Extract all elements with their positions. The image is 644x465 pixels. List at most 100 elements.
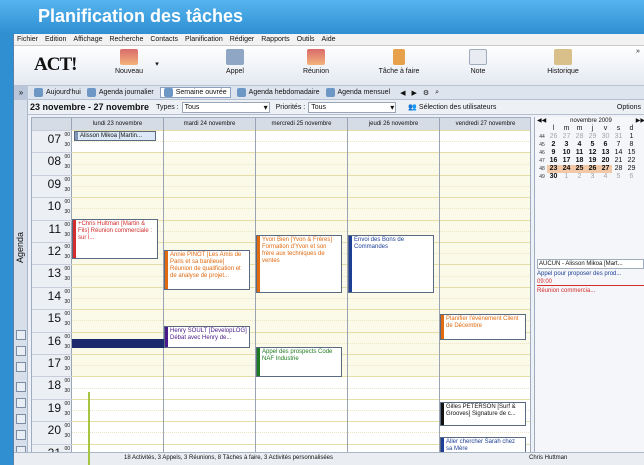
calendar-day[interactable]: 20 [599,157,612,165]
time-slot[interactable] [348,331,439,343]
time-slot[interactable] [72,163,163,175]
time-slot[interactable] [256,298,347,309]
event-chris-hultman[interactable]: +Chris Hultman [Martin & Fils] Réunion c… [72,219,158,259]
calendar-day[interactable]: 28 [612,165,625,173]
time-slot[interactable] [164,174,255,186]
calendar-day[interactable]: 2 [547,141,560,149]
side-opportunities-icon[interactable] [16,414,26,424]
time-slot[interactable] [440,264,530,275]
time-slot[interactable] [256,174,347,186]
event-yvon-bien[interactable]: Yvon Bien [Yvon & Frères] Formation d'Yv… [256,235,342,293]
time-slot[interactable] [256,309,347,320]
calendar-day[interactable]: 2 [573,173,586,181]
calendar-day[interactable]: 8 [625,141,638,149]
todo-filter[interactable]: AUCUN - Alisson Mikoa [Mart... [537,259,644,269]
calendar-day[interactable]: 31 [612,133,625,141]
time-slot[interactable] [440,130,530,142]
time-slot[interactable] [256,398,347,410]
filter-icon[interactable]: ⚙ [423,89,429,97]
calendar-day[interactable]: 10 [560,149,573,157]
time-slot[interactable] [164,410,255,422]
search-icon[interactable]: ⌕ [435,89,439,97]
time-slot[interactable] [440,230,530,242]
time-slot[interactable] [348,163,439,175]
time-slot[interactable] [440,376,530,388]
menu-recherche[interactable]: Recherche [109,36,143,43]
day-header-mercredi[interactable]: mercredi 25 novembre [256,118,348,130]
time-slot[interactable] [440,387,530,399]
menu-rapports[interactable]: Rapports [261,36,289,43]
time-slot[interactable] [164,219,255,231]
time-slot[interactable] [440,354,530,365]
time-slot[interactable] [256,163,347,175]
side-calendar-icon[interactable] [16,382,26,392]
time-slot[interactable] [72,320,163,331]
time-slot[interactable] [440,174,530,186]
calendar-day[interactable]: 22 [625,157,638,165]
time-slot[interactable] [348,387,439,399]
time-slot[interactable] [440,141,530,153]
time-slot[interactable] [72,186,163,197]
options-menu[interactable]: Options [617,104,641,111]
time-slot[interactable] [440,219,530,231]
time-slot[interactable] [164,197,255,208]
next-arrow-icon[interactable]: ▶ [411,89,416,97]
today-button[interactable]: Aujourd'hui [34,88,81,97]
calendar-day[interactable]: 26 [586,165,599,173]
time-slot[interactable] [72,432,163,444]
event-annie-pinot[interactable]: Annie PINOT [Les Amis de Paris et sa ban… [164,250,250,290]
day-header-jeudi[interactable]: jeudi 26 novembre [348,118,440,130]
historique-button[interactable]: Historique [543,49,583,75]
time-slot[interactable] [164,152,255,163]
calendar-day[interactable]: 3 [560,141,573,149]
time-slot[interactable] [348,174,439,186]
time-slot[interactable] [164,354,255,365]
time-slot[interactable] [348,398,439,410]
time-slot[interactable] [256,197,347,208]
time-slot[interactable] [348,365,439,376]
menu-outils[interactable]: Outils [297,36,315,43]
day-view-button[interactable]: Agenda journalier [86,88,154,97]
previous-arrow-icon[interactable]: ◀ [400,89,405,97]
time-slot[interactable] [348,410,439,422]
menu-affichage[interactable]: Affichage [73,36,102,43]
time-slot[interactable] [348,130,439,142]
event-appel-prospects[interactable]: Appel des prospects Code NAF Industrie [256,347,342,377]
time-slot[interactable] [440,208,530,219]
banner-event[interactable]: Alisson Mikoa [Martin... [74,131,156,141]
expand-nav-icon[interactable]: » [14,85,28,100]
side-companies-icon[interactable] [16,362,26,372]
next-month-icon[interactable]: ▶▶ [636,117,644,125]
time-slot[interactable] [256,141,347,153]
time-slot[interactable] [440,365,530,376]
calendar-day[interactable]: 27 [560,133,573,141]
time-slot[interactable] [348,208,439,219]
time-slot[interactable] [164,421,255,433]
time-slot[interactable] [72,354,163,365]
time-slot[interactable] [72,398,163,410]
time-slot[interactable] [72,152,163,163]
event-envoi-bons[interactable]: Envoi des Bons de Commandes [348,235,434,293]
day-column[interactable] [256,130,348,464]
calendar-day[interactable]: 11 [573,149,586,157]
note-button[interactable]: Note [458,49,498,75]
calendar-day[interactable]: 30 [599,133,612,141]
calendar-day[interactable]: 19 [586,157,599,165]
week-view-button[interactable]: Agenda hebdomadaire [236,88,320,97]
time-slot[interactable] [72,197,163,208]
calendar-day[interactable]: 16 [547,157,560,165]
priorities-select[interactable]: Tous [308,101,397,113]
time-slot[interactable] [440,286,530,298]
menu-aide[interactable]: Aide [322,36,336,43]
side-contacts-icon[interactable] [16,330,26,340]
time-slot[interactable] [164,298,255,309]
calendar-day[interactable]: 13 [599,149,612,157]
time-slot[interactable] [348,152,439,163]
time-slot[interactable] [256,208,347,219]
users-select-link[interactable]: Sélection des utilisateurs [419,104,496,111]
calendar-day[interactable]: 9 [547,149,560,157]
time-slot[interactable] [72,264,163,275]
side-tasks-icon[interactable] [16,398,26,408]
time-slot[interactable] [348,342,439,354]
busy-block[interactable] [72,339,164,348]
